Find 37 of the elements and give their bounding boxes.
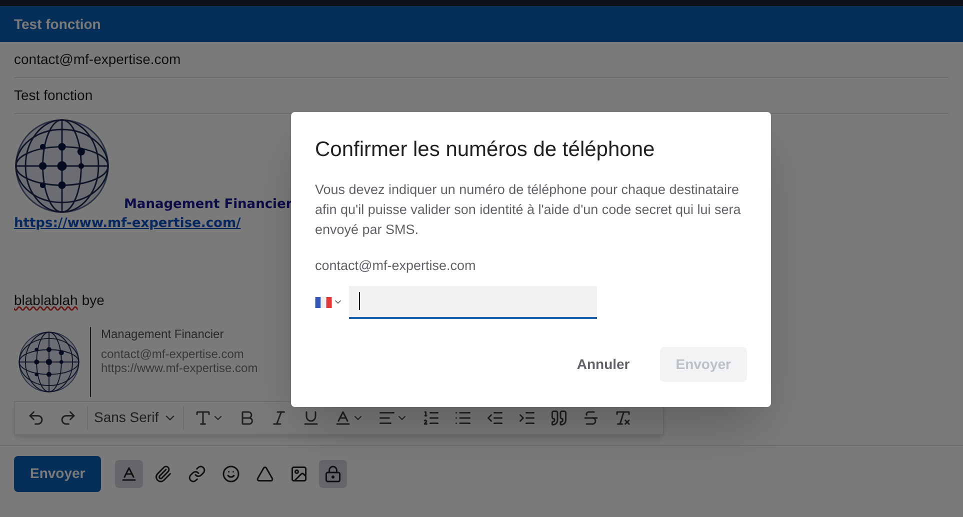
dialog-recipient: contact@mf-expertise.com	[315, 256, 477, 275]
link-icon	[188, 464, 206, 482]
message-word: bye	[82, 290, 104, 310]
phone-input-field[interactable]	[349, 286, 597, 319]
subject-field[interactable]: Test fonction	[14, 85, 93, 106]
redo-icon	[59, 408, 77, 426]
signature-email: contact@mf-expertise.com	[101, 346, 245, 360]
text-size-icon	[194, 408, 212, 426]
text-format-icon	[120, 464, 138, 482]
image-icon	[290, 464, 308, 482]
smiley-icon	[222, 464, 240, 482]
text-color-icon	[334, 408, 352, 426]
send-button[interactable]: Envoyer	[14, 456, 102, 492]
compose-title: Test fonction	[14, 14, 101, 34]
numbered-list-icon	[422, 408, 440, 426]
website-link[interactable]: https://www.mf-expertise.com/	[14, 214, 241, 234]
flag-icon	[315, 296, 332, 308]
quote-icon	[550, 408, 568, 426]
country-selector[interactable]	[315, 296, 343, 308]
dialog-description: Vous devez indiquer un numéro de téléphone pour chaque destinataire afin qu'il puisse valider son identité à l'aide d'un code secret qui lui sera envoyé par SMS.	[315, 180, 742, 239]
underline-icon	[302, 408, 320, 426]
dialog-title: Confirmer les numéros de téléphone	[315, 137, 656, 163]
strikethrough-icon	[582, 408, 600, 426]
globe-logo	[18, 330, 80, 392]
signature-company: Management Financier	[101, 326, 225, 340]
triangle-icon	[256, 464, 274, 482]
clear-formatting-icon	[614, 408, 632, 426]
font-dropdown[interactable]: Sans Serif	[87, 406, 184, 430]
paperclip-icon	[154, 464, 172, 482]
lock-clock-button[interactable]	[319, 460, 348, 488]
recipient-field[interactable]: contact@mf-expertise.com	[14, 49, 181, 70]
message-word: blablablah	[14, 290, 78, 310]
signature-website: https://www.mf-expertise.com	[101, 360, 258, 374]
text-format-button[interactable]	[115, 460, 144, 488]
dialog-button[interactable]: Annuler	[560, 347, 646, 382]
undo-icon	[27, 408, 45, 426]
company-name: Management Financier	[124, 196, 292, 214]
